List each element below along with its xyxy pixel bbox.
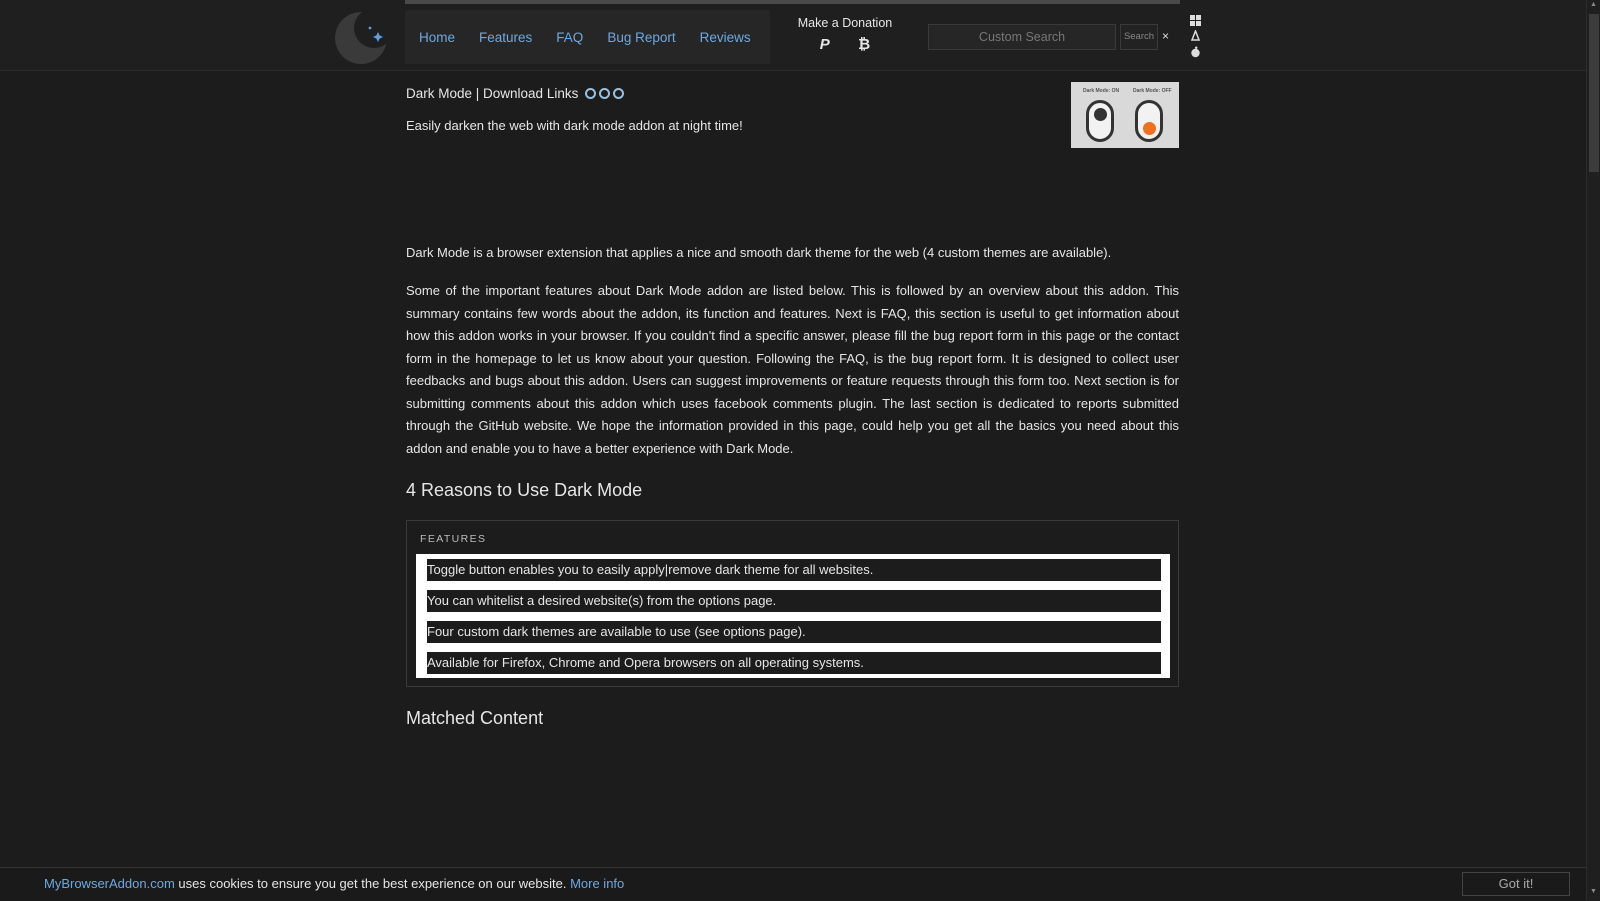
opera-icon[interactable] <box>613 88 625 99</box>
page-title-row: Dark Mode | Download Links <box>406 86 625 101</box>
matched-content-heading: Matched Content <box>406 708 544 728</box>
thumb-label-off: Dark Mode: OFF <box>1133 88 1172 94</box>
list-item: Four custom dark themes are available to… <box>427 621 1161 643</box>
nav-home[interactable]: Home <box>419 30 455 45</box>
list-item: You can whitelist a desired website(s) f… <box>427 590 1161 612</box>
main-nav: Home Features FAQ Bug Report Reviews <box>405 10 770 64</box>
nav-bug-report[interactable]: Bug Report <box>607 30 675 45</box>
features-caption: FEATURES <box>420 533 487 545</box>
donation-section: Make a Donation P ₿ <box>790 16 900 53</box>
windows-icon[interactable] <box>1188 12 1202 28</box>
apple-icon[interactable] <box>1188 44 1202 60</box>
nav-features[interactable]: Features <box>479 30 532 45</box>
toggle-on-icon <box>1086 100 1114 142</box>
site-header: Home Features FAQ Bug Report Reviews Mak… <box>0 0 1586 71</box>
cookie-more-info-link[interactable]: More info <box>570 876 624 891</box>
toggle-off-icon <box>1135 100 1163 142</box>
thumb-label-on: Dark Mode: ON <box>1083 88 1120 94</box>
bitcoin-icon[interactable]: ₿ <box>858 36 870 53</box>
intro-paragraph: Dark Mode is a browser extension that ap… <box>406 245 1112 260</box>
scrollbar-thumb[interactable] <box>1589 14 1599 172</box>
nav-faq[interactable]: FAQ <box>556 30 583 45</box>
features-box: FEATURES Toggle button enables you to ea… <box>406 520 1179 687</box>
nav-reviews[interactable]: Reviews <box>700 30 751 45</box>
search-input[interactable]: Custom Search <box>928 24 1116 50</box>
firefox-icon[interactable] <box>585 88 597 99</box>
list-item: Toggle button enables you to easily appl… <box>427 559 1161 581</box>
scroll-down-icon[interactable]: ▼ <box>1590 888 1597 895</box>
clear-search-icon[interactable]: × <box>1162 29 1169 43</box>
paypal-icon[interactable]: P <box>820 36 830 53</box>
chrome-icon[interactable] <box>599 88 611 99</box>
dark-mode-thumbnail: Dark Mode: ON Dark Mode: OFF <box>1071 82 1179 148</box>
moon-logo-icon[interactable] <box>334 8 392 66</box>
page-title: Dark Mode | Download Links <box>406 86 579 101</box>
overview-paragraph: Some of the important features about Dar… <box>406 283 1179 456</box>
features-list: Toggle button enables you to easily appl… <box>416 554 1170 678</box>
scroll-up-icon[interactable]: ▲ <box>1590 1 1597 8</box>
cookie-message: MyBrowserAddon.com uses cookies to ensur… <box>44 876 624 891</box>
list-item: Available for Firefox, Chrome and Opera … <box>427 652 1161 674</box>
header-accent-line <box>405 0 1180 4</box>
cookie-site-link[interactable]: MyBrowserAddon.com <box>44 876 175 891</box>
cookie-text: uses cookies to ensure you get the best … <box>174 876 571 891</box>
cookie-bar: MyBrowserAddon.com uses cookies to ensur… <box>0 867 1586 901</box>
donation-label: Make a Donation <box>797 16 893 30</box>
tagline: Easily darken the web with dark mode add… <box>406 118 743 133</box>
vertical-scrollbar[interactable]: ▲ ▼ <box>1586 0 1600 900</box>
search-button[interactable]: Search <box>1120 24 1158 50</box>
cookie-accept-button[interactable]: Got it! <box>1462 872 1570 896</box>
linux-icon[interactable] <box>1188 28 1202 44</box>
os-icons <box>1188 12 1202 60</box>
reasons-heading: 4 Reasons to Use Dark Mode <box>406 480 643 500</box>
